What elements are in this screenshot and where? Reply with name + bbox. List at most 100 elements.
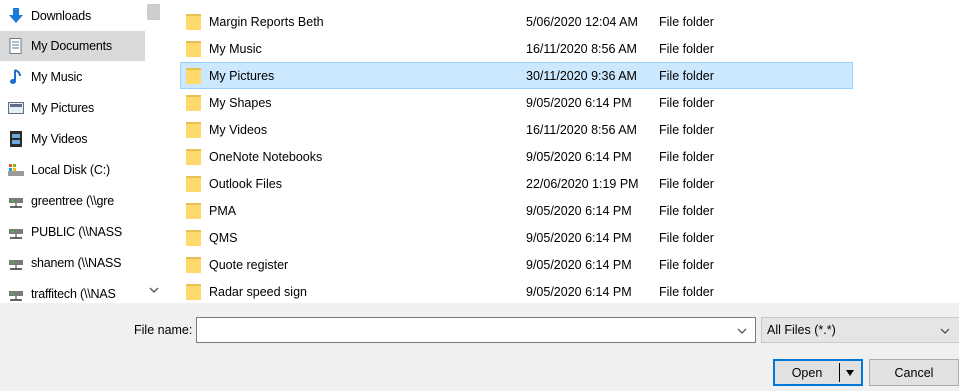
file-type: File folder [659,68,714,83]
folder-icon [186,40,201,58]
file-type: File folder [659,41,714,56]
folder-icon [186,283,201,301]
navigation-pane: Downloads My Documents My Music My Pictu… [0,0,163,303]
network-drive-icon [8,224,24,240]
folder-icon [186,148,201,166]
nav-item-label: traffitech (\\NAS [31,287,116,301]
cancel-button-label: Cancel [894,365,934,380]
nav-item-my-music[interactable]: My Music [0,62,145,92]
nav-item-label: My Videos [31,132,88,146]
file-date-modified: 9/05/2020 6:14 PM [526,95,632,110]
file-row[interactable]: OneNote Notebooks 9/05/2020 6:14 PM File f… [180,143,853,170]
file-row[interactable]: My Videos 16/11/2020 8:56 AM File folder [180,116,853,143]
nav-item-label: Local Disk (C:) [31,163,110,177]
file-type: File folder [659,230,714,245]
file-date-modified: 16/11/2020 8:56 AM [526,122,637,137]
file-name: Outlook Files [209,176,282,191]
filename-label: File name: [134,323,193,337]
file-row[interactable]: Margin Reports Beth 5/06/2020 12:04 AM Fil… [180,8,853,35]
scrollbar-thumb[interactable] [147,4,160,20]
folder-icon [186,67,201,85]
file-name: PMA [209,203,237,218]
file-name: My Shapes [209,95,272,110]
nav-item-label: shanem (\\NASS [31,256,122,270]
file-date-modified: 9/05/2020 6:14 PM [526,230,632,245]
file-row[interactable]: Quote register 9/05/2020 6:14 PM File fold… [180,251,853,278]
file-date-modified: 9/05/2020 6:14 PM [526,149,632,164]
file-date-modified: 22/06/2020 1:19 PM [526,176,639,191]
file-type: File folder [659,176,714,191]
nav-item-greentree[interactable]: greentree (\\gre [0,186,145,216]
file-date-modified: 30/11/2020 9:36 AM [526,68,637,83]
folder-icon [186,175,201,193]
nav-item-label: My Pictures [31,101,95,115]
filename-combobox[interactable] [196,317,756,343]
browse-pane: Downloads My Documents My Music My Pictu… [0,0,959,303]
local-disk-icon [8,162,24,178]
nav-item-my-videos[interactable]: My Videos [0,124,145,154]
downloads-icon [8,8,24,24]
music-icon [8,69,24,85]
nav-item-traffitech[interactable]: traffitech (\\NAS [0,279,145,303]
nav-item-downloads[interactable]: Downloads [0,1,145,31]
file-name: OneNote Notebooks [209,149,323,164]
file-date-modified: 5/06/2020 12:04 AM [526,14,638,29]
folder-icon [186,94,201,112]
chevron-down-icon [940,325,950,335]
scroll-down-icon[interactable] [149,284,159,294]
file-name: My Pictures [209,68,275,83]
file-date-modified: 16/11/2020 8:56 AM [526,41,637,56]
nav-item-my-documents[interactable]: My Documents [0,31,145,61]
cancel-button[interactable]: Cancel [869,359,959,386]
file-type-filter[interactable]: All Files (*.*) [761,317,959,343]
file-type: File folder [659,149,714,164]
file-date-modified: 9/05/2020 6:14 PM [526,284,632,299]
file-name: Margin Reports Beth [209,14,324,29]
nav-item-label: greentree (\\gre [31,194,114,208]
file-type: File folder [659,284,714,299]
file-type: File folder [659,122,714,137]
nav-item-label: PUBLIC (\\NASS [31,225,122,239]
folder-icon [186,121,201,139]
file-name: Quote register [209,257,289,272]
nav-item-label: Downloads [31,9,92,23]
folder-icon [186,256,201,274]
file-type: File folder [659,14,714,29]
pictures-icon [8,100,24,116]
folder-icon [186,13,201,31]
file-row[interactable]: QMS 9/05/2020 6:14 PM File folder [180,224,853,251]
filename-input[interactable] [201,319,731,341]
network-drive-icon [8,255,24,271]
file-name: Radar speed sign [209,284,307,299]
file-type-value: All Files (*.*) [767,323,836,337]
file-row[interactable]: My Music 16/11/2020 8:56 AM File folder [180,35,853,62]
nav-item-local-disk[interactable]: Local Disk (C:) [0,155,145,185]
folder-icon [186,202,201,220]
file-type: File folder [659,203,714,218]
file-date-modified: 9/05/2020 6:14 PM [526,257,632,272]
open-button[interactable]: Open [773,359,863,386]
file-row[interactable]: Radar speed sign 9/05/2020 6:14 PM File fo… [180,278,853,305]
documents-icon [8,38,24,54]
folder-icon [186,229,201,247]
network-drive-icon [8,286,24,302]
file-list: Margin Reports Beth 5/06/2020 12:04 AM Fil… [170,0,959,303]
file-row[interactable]: My Pictures 30/11/2020 9:36 AM File folder [180,62,853,89]
file-name: My Music [209,41,262,56]
open-dropdown-arrow-icon[interactable] [840,361,860,384]
dialog-footer: File name: All Files (*.*) Open Cancel [0,303,959,391]
open-button-label: Open [791,365,823,380]
file-row[interactable]: PMA 9/05/2020 6:14 PM File folder [180,197,853,224]
nav-item-public[interactable]: PUBLIC (\\NASS [0,217,145,247]
nav-item-label: My Documents [31,39,112,53]
file-row[interactable]: Outlook Files 22/06/2020 1:19 PM File fold… [180,170,853,197]
chevron-down-icon[interactable] [737,325,747,335]
file-row[interactable]: My Shapes 9/05/2020 6:14 PM File folder [180,89,853,116]
file-name: QMS [209,230,238,245]
nav-item-my-pictures[interactable]: My Pictures [0,93,145,123]
nav-scrollbar[interactable] [145,0,162,303]
nav-item-shanem[interactable]: shanem (\\NASS [0,248,145,278]
nav-item-label: My Music [31,70,83,84]
network-drive-icon [8,193,24,209]
file-name: My Videos [209,122,268,137]
